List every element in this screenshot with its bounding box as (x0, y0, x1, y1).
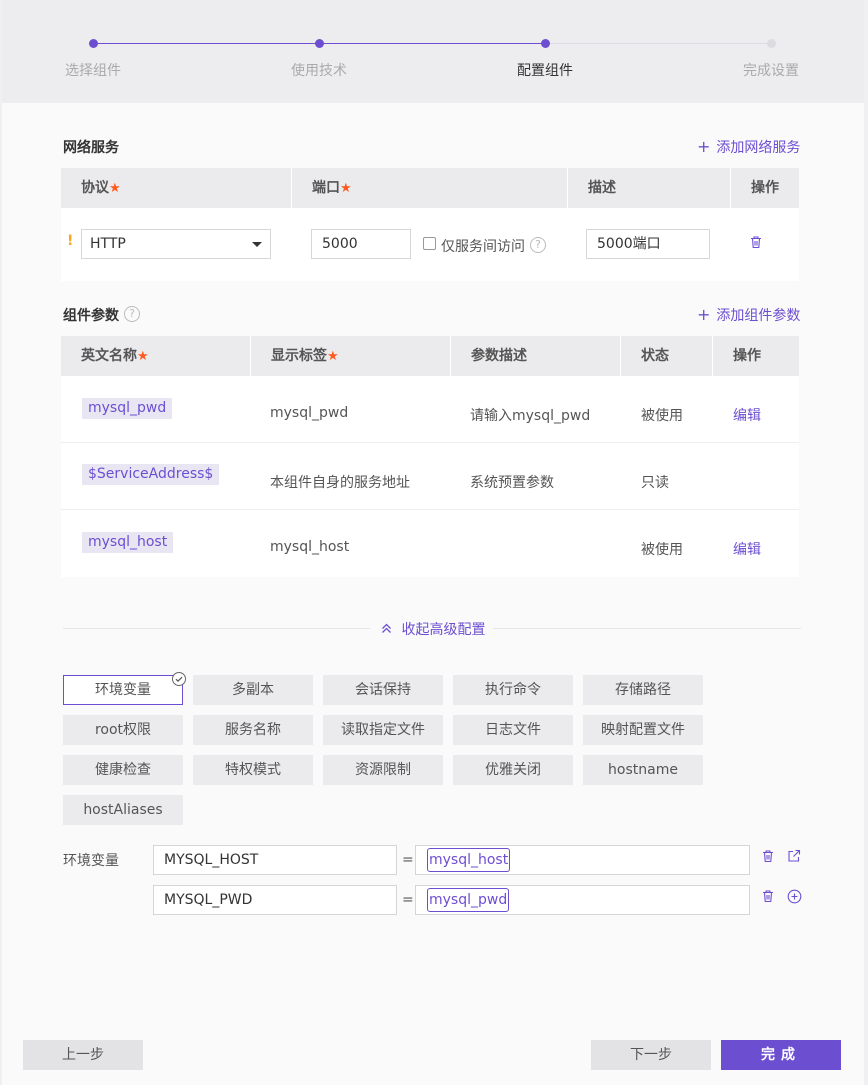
plus-icon: + (697, 305, 711, 324)
param-name-tag: $ServiceAddress$ (82, 464, 220, 485)
page: 选择组件 使用技术 配置组件 完成设置 网络服务 + 添加网络服务 协议★ 端口★… (0, 0, 868, 1085)
step-dot-3 (541, 39, 550, 48)
col-desc: 描述 (568, 168, 731, 208)
param-desc: 请输入mysql_pwd (470, 408, 591, 424)
chip-storage[interactable]: 存储路径 (583, 675, 703, 705)
chip-privileged[interactable]: 特权模式 (193, 755, 313, 785)
help-icon[interactable]: ? (530, 237, 546, 253)
protocol-select[interactable]: HTTP (81, 229, 271, 259)
col-label: 显示标签★ (251, 336, 451, 376)
params-section-title: 组件参数 (63, 308, 119, 324)
step-dot-4 (767, 39, 776, 48)
trash-icon[interactable] (761, 889, 775, 907)
table-row: mysql_pwd mysql_pwd 请输入mysql_pwd 被使用 编辑 (61, 376, 799, 443)
chip-health-check[interactable]: 健康检查 (63, 755, 183, 785)
chip-service-name[interactable]: 服务名称 (193, 715, 313, 745)
edit-link[interactable]: 编辑 (733, 405, 761, 425)
add-param-link[interactable]: + 添加组件参数 (697, 305, 800, 325)
chip-command[interactable]: 执行命令 (453, 675, 573, 705)
network-section-title: 网络服务 (63, 140, 119, 156)
step-label-1: 选择组件 (65, 63, 121, 79)
col-protocol: 协议★ (61, 168, 292, 208)
step-label-3: 配置组件 (517, 63, 573, 79)
step-dot-2 (315, 39, 324, 48)
add-param-label: 添加组件参数 (716, 308, 801, 324)
internal-only-label: 仅服务间访问 (441, 239, 525, 255)
external-link-icon[interactable] (787, 849, 801, 867)
next-button[interactable]: 下一步 (591, 1040, 711, 1070)
table-row: mysql_host mysql_host 被使用 编辑 (61, 510, 799, 577)
param-desc: 系统预置参数 (470, 475, 554, 491)
chip-host-aliases[interactable]: hostAliases (63, 795, 183, 825)
chip-replicas[interactable]: 多副本 (193, 675, 313, 705)
check-circle-icon (172, 672, 186, 686)
env-var-label: 环境变量 (63, 853, 119, 869)
chevron-down-icon (252, 242, 262, 247)
col-name: 英文名称★ (61, 336, 251, 376)
col-action: 操作 (751, 180, 779, 196)
param-status: 被使用 (641, 408, 683, 424)
col-port: 端口★ (292, 168, 568, 208)
env-value-chip[interactable]: mysql_host (427, 848, 511, 872)
finish-button[interactable]: 完成 (721, 1040, 841, 1070)
step-dot-1 (89, 39, 98, 48)
param-label: 本组件自身的服务地址 (270, 475, 410, 491)
env-value-chip[interactable]: mysql_pwd (427, 888, 510, 912)
env-key-input[interactable]: MYSQL_PWD (153, 885, 397, 915)
table-row: $ServiceAddress$ 本组件自身的服务地址 系统预置参数 只读 (61, 443, 799, 510)
collapse-advanced-label: 收起高级配置 (401, 622, 486, 638)
stepper: 选择组件 使用技术 配置组件 完成设置 (2, 0, 864, 103)
add-network-service-label: 添加网络服务 (716, 140, 801, 156)
env-key-input[interactable]: MYSQL_HOST (153, 845, 397, 875)
chip-hostname[interactable]: hostname (583, 755, 703, 785)
collapse-advanced-link[interactable]: 收起高级配置 (380, 619, 485, 639)
chevron-up-double-icon (380, 622, 401, 638)
step-label-2: 使用技术 (291, 63, 347, 79)
chip-env-var[interactable]: 环境变量 (63, 675, 183, 705)
warning-icon: ! (67, 233, 74, 249)
help-icon[interactable]: ? (124, 306, 140, 322)
add-network-service-link[interactable]: + 添加网络服务 (697, 137, 800, 157)
chip-graceful-shutdown[interactable]: 优雅关闭 (453, 755, 573, 785)
chip-root[interactable]: root权限 (63, 715, 183, 745)
protocol-value: HTTP (90, 236, 126, 252)
add-circle-icon[interactable] (787, 889, 802, 908)
param-name-tag: mysql_pwd (82, 398, 173, 419)
col-param-action: 操作 (733, 348, 761, 364)
chip-session[interactable]: 会话保持 (323, 675, 443, 705)
equals-sign: = (402, 852, 414, 868)
trash-icon[interactable] (749, 235, 763, 253)
network-row: ! HTTP 5000 仅服务间访问 ? 5000端口 (61, 208, 799, 281)
param-name-tag: mysql_host (82, 532, 174, 553)
port-desc-input[interactable]: 5000端口 (586, 229, 710, 259)
step-remaining-line (545, 43, 771, 44)
col-param-desc: 参数描述 (451, 336, 621, 376)
divider-left (63, 628, 370, 629)
internal-only-checkbox[interactable] (423, 237, 436, 250)
network-table-header: 协议★ 端口★ 描述 操作 (61, 168, 799, 208)
step-label-4: 完成设置 (743, 63, 799, 79)
env-value-input[interactable]: mysql_host (415, 845, 750, 875)
params-table-header: 英文名称★ 显示标签★ 参数描述 状态 操作 (61, 336, 799, 376)
param-label: mysql_pwd (270, 405, 349, 421)
prev-button[interactable]: 上一步 (23, 1040, 143, 1070)
port-input[interactable]: 5000 (311, 229, 411, 259)
plus-icon: + (697, 137, 711, 156)
trash-icon[interactable] (761, 849, 775, 867)
param-status: 被使用 (641, 542, 683, 558)
equals-sign: = (402, 892, 414, 908)
edit-link[interactable]: 编辑 (733, 539, 761, 559)
param-status: 只读 (641, 475, 669, 491)
param-label: mysql_host (270, 539, 350, 555)
divider-right (493, 628, 801, 629)
col-status: 状态 (621, 336, 713, 376)
chip-log-file[interactable]: 日志文件 (453, 715, 573, 745)
env-value-input[interactable]: mysql_pwd (415, 885, 750, 915)
chip-resource-limit[interactable]: 资源限制 (323, 755, 443, 785)
chip-read-file[interactable]: 读取指定文件 (323, 715, 443, 745)
chip-config-map[interactable]: 映射配置文件 (583, 715, 703, 745)
